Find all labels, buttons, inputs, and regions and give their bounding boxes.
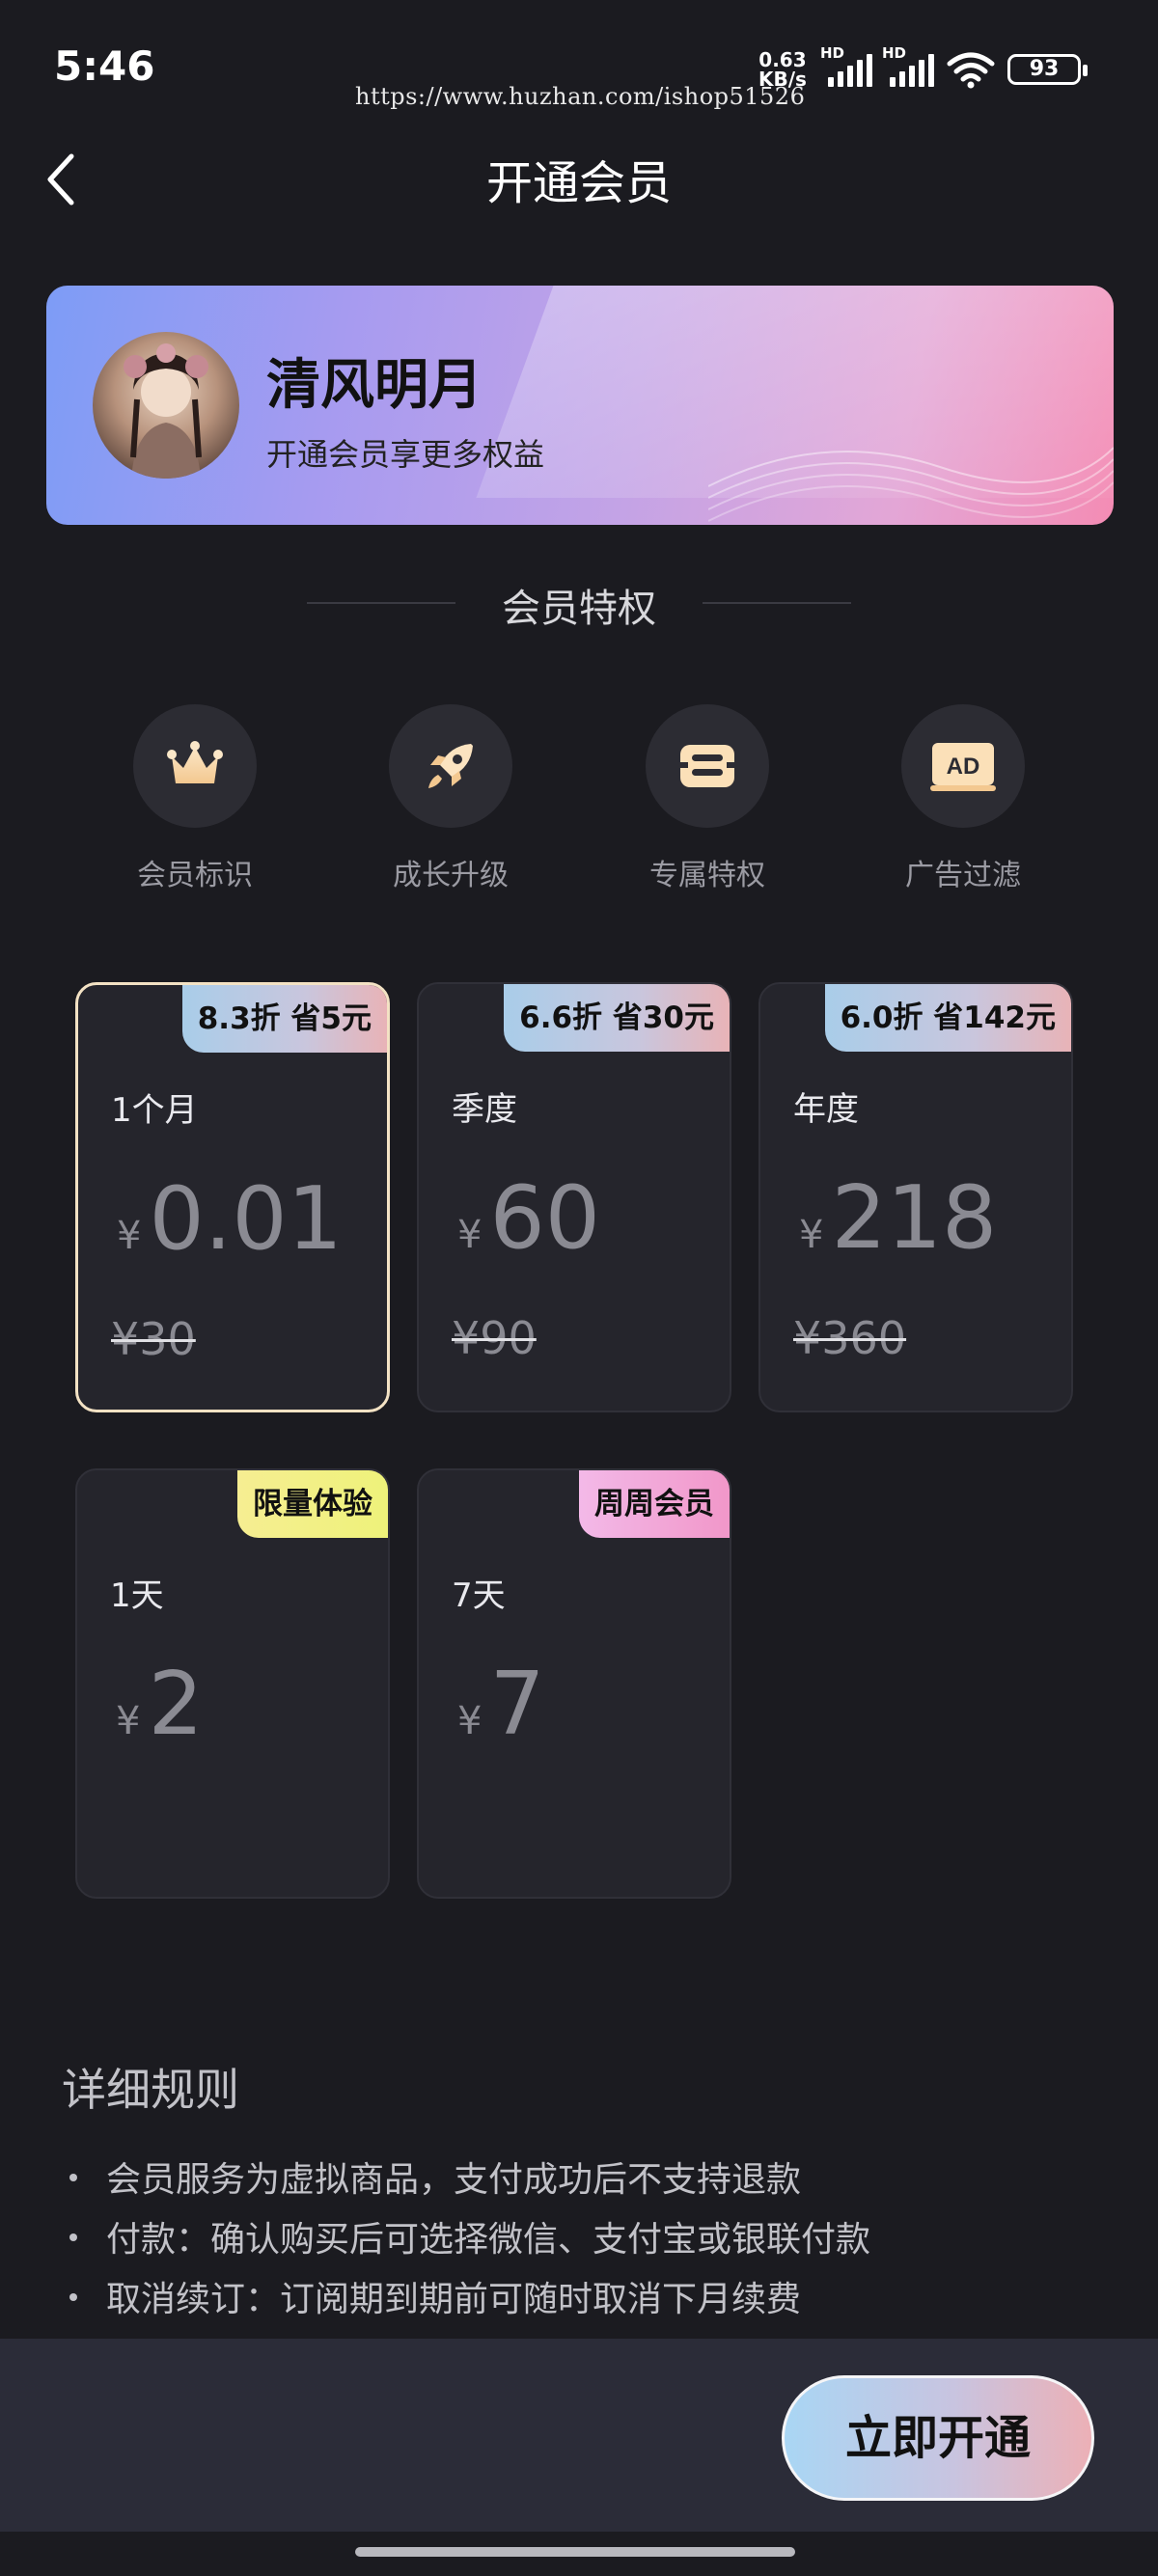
plan-discount-badge: 6.6折 省30元 bbox=[504, 984, 730, 1052]
rocket-icon bbox=[428, 744, 473, 788]
plan-discount-badge: 8.3折 省5元 bbox=[181, 985, 387, 1053]
bottom-action-bar: 立即开通 bbox=[0, 2339, 1158, 2532]
card-wave-decoration bbox=[708, 447, 1114, 522]
privilege-label: 会员标识 bbox=[137, 859, 253, 892]
status-time: 5:46 bbox=[54, 42, 155, 90]
status-bar: 5:46 https://www.huzhan.com/ishop51526 0… bbox=[0, 0, 1158, 135]
plan-promo-badge: 限量体验 bbox=[237, 1470, 388, 1538]
plan-name: 年度 bbox=[793, 1090, 859, 1129]
crown-icon bbox=[167, 741, 223, 783]
wifi-icon bbox=[947, 52, 995, 89]
bullet-icon bbox=[69, 2293, 77, 2301]
page-title: 开通会员 bbox=[485, 156, 672, 210]
rule-item: 会员服务为虚拟商品，支付成功后不支持退款 bbox=[69, 2151, 801, 2202]
plan-name: 1天 bbox=[110, 1576, 164, 1615]
plan-card-daily[interactable]: 限量体验 1天 ¥2 bbox=[75, 1468, 390, 1899]
plan-card-quarterly[interactable]: 6.6折 省30元 季度 ¥60 ¥90 bbox=[417, 982, 731, 1412]
privileges-title: 会员特权 bbox=[502, 587, 656, 631]
exclusive-icon bbox=[680, 745, 734, 787]
svg-text:AD: AD bbox=[947, 754, 980, 780]
plan-discount-badge: 6.0折 省142元 bbox=[824, 984, 1071, 1052]
plan-price: ¥2 bbox=[116, 1654, 204, 1755]
plan-name: 1个月 bbox=[111, 1091, 198, 1130]
plan-name: 季度 bbox=[452, 1090, 517, 1129]
plan-price: ¥218 bbox=[799, 1167, 998, 1269]
avatar-portrait-icon bbox=[124, 343, 208, 479]
rule-item: 付款：确认购买后可选择微信、支付宝或银联付款 bbox=[69, 2211, 870, 2261]
privilege-icon-circle bbox=[133, 704, 257, 828]
privilege-label: 广告过滤 bbox=[905, 859, 1021, 892]
plan-name: 7天 bbox=[452, 1576, 506, 1615]
bullet-icon bbox=[69, 2174, 77, 2181]
watermark-url: https://www.huzhan.com/ishop51526 bbox=[355, 83, 806, 110]
privilege-item-exclusive[interactable]: 专属特权 bbox=[620, 704, 794, 893]
bullet-icon bbox=[69, 2233, 77, 2241]
plan-original-price: ¥90 bbox=[452, 1312, 537, 1364]
user-card: 清风明月 开通会员享更多权益 bbox=[46, 286, 1114, 525]
network-speed-value: 0.63 bbox=[758, 48, 807, 71]
sim2-signal-icon: HD bbox=[882, 44, 936, 87]
plan-price: ¥7 bbox=[457, 1654, 545, 1755]
divider-right bbox=[703, 602, 851, 604]
network-speed-unit: KB/s bbox=[758, 68, 807, 91]
plan-card-yearly[interactable]: 6.0折 省142元 年度 ¥218 ¥360 bbox=[758, 982, 1073, 1412]
plan-promo-badge: 周周会员 bbox=[579, 1470, 730, 1538]
username: 清风明月 bbox=[266, 354, 482, 417]
privilege-label: 成长升级 bbox=[393, 859, 509, 892]
privilege-label: 专属特权 bbox=[649, 859, 765, 892]
user-subtitle: 开通会员享更多权益 bbox=[266, 436, 545, 473]
privilege-icon-circle bbox=[646, 704, 769, 828]
privilege-item-badge[interactable]: 会员标识 bbox=[108, 704, 282, 893]
privilege-item-growth[interactable]: 成长升级 bbox=[364, 704, 538, 893]
ad-filter-icon: AD bbox=[930, 743, 996, 791]
rules-title: 详细规则 bbox=[62, 2064, 239, 2116]
battery-icon: 93 bbox=[1007, 54, 1088, 85]
battery-level: 93 bbox=[1029, 57, 1060, 81]
home-indicator[interactable] bbox=[355, 2547, 795, 2557]
plan-price: ¥60 bbox=[457, 1167, 600, 1269]
plan-price: ¥0.01 bbox=[117, 1168, 343, 1270]
plan-card-monthly[interactable]: 8.3折 省5元 1个月 ¥0.01 ¥30 bbox=[75, 982, 390, 1412]
plan-original-price: ¥30 bbox=[111, 1313, 196, 1365]
privilege-item-ad-filter[interactable]: AD 广告过滤 bbox=[876, 704, 1050, 893]
rule-item: 取消续订：订阅期到期前可随时取消下月续费 bbox=[69, 2271, 801, 2321]
privilege-icon-circle bbox=[389, 704, 512, 828]
plan-card-weekly[interactable]: 周周会员 7天 ¥7 bbox=[417, 1468, 731, 1899]
plan-original-price: ¥360 bbox=[793, 1312, 907, 1364]
sim1-signal-icon: HD bbox=[820, 44, 874, 87]
subscribe-now-button[interactable]: 立即开通 bbox=[782, 2375, 1094, 2501]
privilege-icon-circle: AD bbox=[901, 704, 1025, 828]
network-speed: 0.63 KB/s bbox=[758, 50, 807, 89]
avatar[interactable] bbox=[93, 332, 239, 479]
